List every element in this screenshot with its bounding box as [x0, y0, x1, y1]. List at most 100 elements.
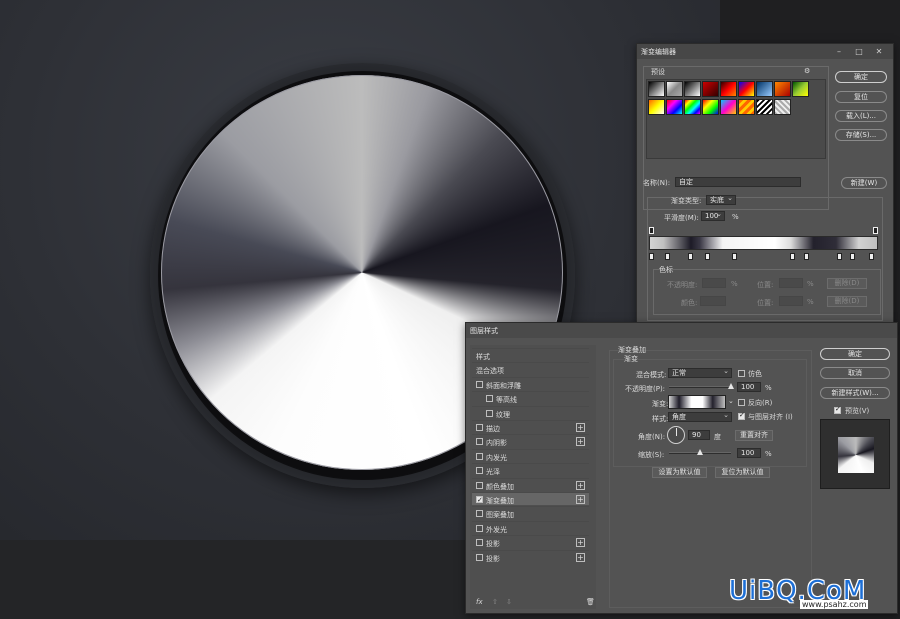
- style-sidebar-item[interactable]: 纹理: [472, 405, 589, 419]
- style-checkbox[interactable]: [476, 424, 483, 431]
- style-checkbox[interactable]: [476, 481, 483, 489]
- color-stop[interactable]: [688, 253, 693, 260]
- style-sidebar-item[interactable]: 样式: [472, 348, 589, 361]
- preview-checkbox[interactable]: [834, 405, 841, 414]
- arrow-down-icon[interactable]: ⇩: [506, 598, 512, 606]
- gradient-preview-bar[interactable]: [649, 236, 878, 250]
- angle-dial[interactable]: [667, 426, 685, 444]
- style-sidebar-item[interactable]: 外发光: [472, 520, 589, 534]
- reset-alignment-button[interactable]: 重置对齐: [735, 430, 773, 441]
- align-with-layer-checkbox[interactable]: [738, 411, 745, 420]
- new-style-button[interactable]: 新建样式(W)...: [820, 387, 890, 399]
- add-effect-icon[interactable]: +: [576, 480, 585, 490]
- load-button[interactable]: 载入(L)...: [835, 110, 887, 122]
- gradient-swatch[interactable]: [668, 395, 726, 409]
- preset-swatch[interactable]: [648, 81, 665, 97]
- color-stop[interactable]: [649, 253, 654, 260]
- preset-swatch[interactable]: [666, 99, 683, 115]
- add-effect-icon[interactable]: +: [576, 437, 585, 447]
- preset-swatch[interactable]: [756, 99, 773, 115]
- dither-checkbox[interactable]: [738, 370, 745, 377]
- opacity-input[interactable]: 100: [737, 382, 761, 392]
- preset-swatch[interactable]: [738, 99, 755, 115]
- style-sidebar-item[interactable]: 光泽: [472, 463, 589, 476]
- close-icon[interactable]: ✕: [873, 46, 885, 57]
- color-stop[interactable]: [869, 253, 874, 260]
- reverse-checkbox[interactable]: [738, 399, 745, 406]
- style-sidebar-item[interactable]: 投影 +: [472, 535, 589, 548]
- style-sidebar-item[interactable]: 混合选项: [472, 362, 589, 375]
- style-checkbox[interactable]: [486, 409, 493, 417]
- color-stop[interactable]: [850, 253, 855, 260]
- gradient-editor-titlebar[interactable]: 渐变编辑器 – □ ✕: [637, 44, 893, 59]
- style-checkbox[interactable]: [476, 438, 483, 446]
- preset-swatch[interactable]: [738, 81, 755, 97]
- preset-swatch[interactable]: [666, 81, 683, 97]
- style-select[interactable]: 角度: [668, 411, 732, 422]
- style-sidebar-item[interactable]: 内发光: [472, 448, 589, 462]
- style-sidebar-item[interactable]: 内阴影 +: [472, 434, 589, 447]
- fx-icon[interactable]: fx: [476, 598, 483, 606]
- style-checkbox[interactable]: [476, 380, 483, 388]
- preset-swatch[interactable]: [792, 81, 809, 97]
- style-checkbox[interactable]: [476, 510, 483, 518]
- maximize-icon[interactable]: □: [853, 46, 865, 57]
- opacity-stop[interactable]: [873, 227, 878, 234]
- stop-location-input[interactable]: [779, 278, 803, 288]
- delete-opacity-stop-button[interactable]: 删除(D): [827, 278, 867, 289]
- preset-swatch[interactable]: [756, 81, 773, 97]
- style-checkbox[interactable]: [476, 539, 483, 547]
- layer-style-ok-button[interactable]: 确定: [820, 348, 890, 360]
- add-effect-icon[interactable]: +: [576, 538, 585, 548]
- style-checkbox[interactable]: [476, 494, 483, 506]
- reset-default-button[interactable]: 复位为默认值: [715, 467, 770, 478]
- preset-swatch[interactable]: [684, 81, 701, 97]
- blend-mode-select[interactable]: 正常: [668, 367, 732, 378]
- preset-swatch[interactable]: [774, 81, 791, 97]
- arrow-up-icon[interactable]: ⇧: [492, 598, 498, 606]
- gear-icon[interactable]: ⚙︎: [804, 67, 810, 75]
- color-stop[interactable]: [705, 253, 710, 260]
- trash-icon[interactable]: 🗑︎: [586, 598, 595, 606]
- style-sidebar-item[interactable]: 描边 +: [472, 420, 589, 433]
- preset-swatch[interactable]: [720, 81, 737, 97]
- add-effect-icon[interactable]: +: [576, 495, 585, 504]
- set-default-button[interactable]: 设置为默认值: [652, 467, 707, 478]
- color-stop[interactable]: [790, 253, 795, 260]
- name-input[interactable]: 自定: [675, 177, 801, 187]
- opacity-slider[interactable]: [669, 386, 731, 388]
- stop-color-swatch[interactable]: [700, 296, 726, 306]
- stop-location-input-2[interactable]: [779, 296, 803, 306]
- layer-style-cancel-button[interactable]: 取消: [820, 367, 890, 379]
- add-effect-icon[interactable]: +: [576, 552, 585, 562]
- gradient-dropdown-icon[interactable]: ⌄: [728, 397, 734, 405]
- style-checkbox[interactable]: [476, 524, 483, 532]
- color-stop[interactable]: [732, 253, 737, 260]
- preset-swatch[interactable]: [648, 99, 665, 115]
- scale-input[interactable]: 100: [737, 448, 761, 458]
- style-sidebar-item[interactable]: 投影 +: [472, 549, 589, 563]
- stop-opacity-input[interactable]: [702, 278, 726, 288]
- save-button[interactable]: 存储(S)...: [835, 129, 887, 141]
- delete-color-stop-button[interactable]: 删除(D): [827, 296, 867, 307]
- layer-style-titlebar[interactable]: 图层样式: [466, 323, 897, 338]
- gradient-type-select[interactable]: 实底: [706, 194, 736, 205]
- style-checkbox[interactable]: [476, 467, 483, 475]
- color-stop[interactable]: [665, 253, 670, 260]
- angle-input[interactable]: 90: [688, 430, 710, 440]
- opacity-stop[interactable]: [649, 227, 654, 234]
- color-stop[interactable]: [837, 253, 842, 260]
- preset-swatch[interactable]: [702, 81, 719, 97]
- minimize-icon[interactable]: –: [833, 46, 845, 57]
- style-sidebar-item[interactable]: 等高线: [472, 391, 589, 404]
- opacity-slider-thumb[interactable]: [728, 383, 734, 389]
- style-checkbox[interactable]: [476, 452, 483, 460]
- reset-button[interactable]: 复位: [835, 91, 887, 103]
- style-checkbox[interactable]: [476, 553, 483, 561]
- preset-swatch[interactable]: [684, 99, 701, 115]
- ok-button[interactable]: 确定: [835, 71, 887, 83]
- add-effect-icon[interactable]: +: [576, 423, 585, 432]
- style-sidebar-item[interactable]: 斜面和浮雕: [472, 376, 589, 390]
- style-checkbox[interactable]: [486, 395, 493, 403]
- style-sidebar-item[interactable]: 渐变叠加 +: [472, 492, 589, 506]
